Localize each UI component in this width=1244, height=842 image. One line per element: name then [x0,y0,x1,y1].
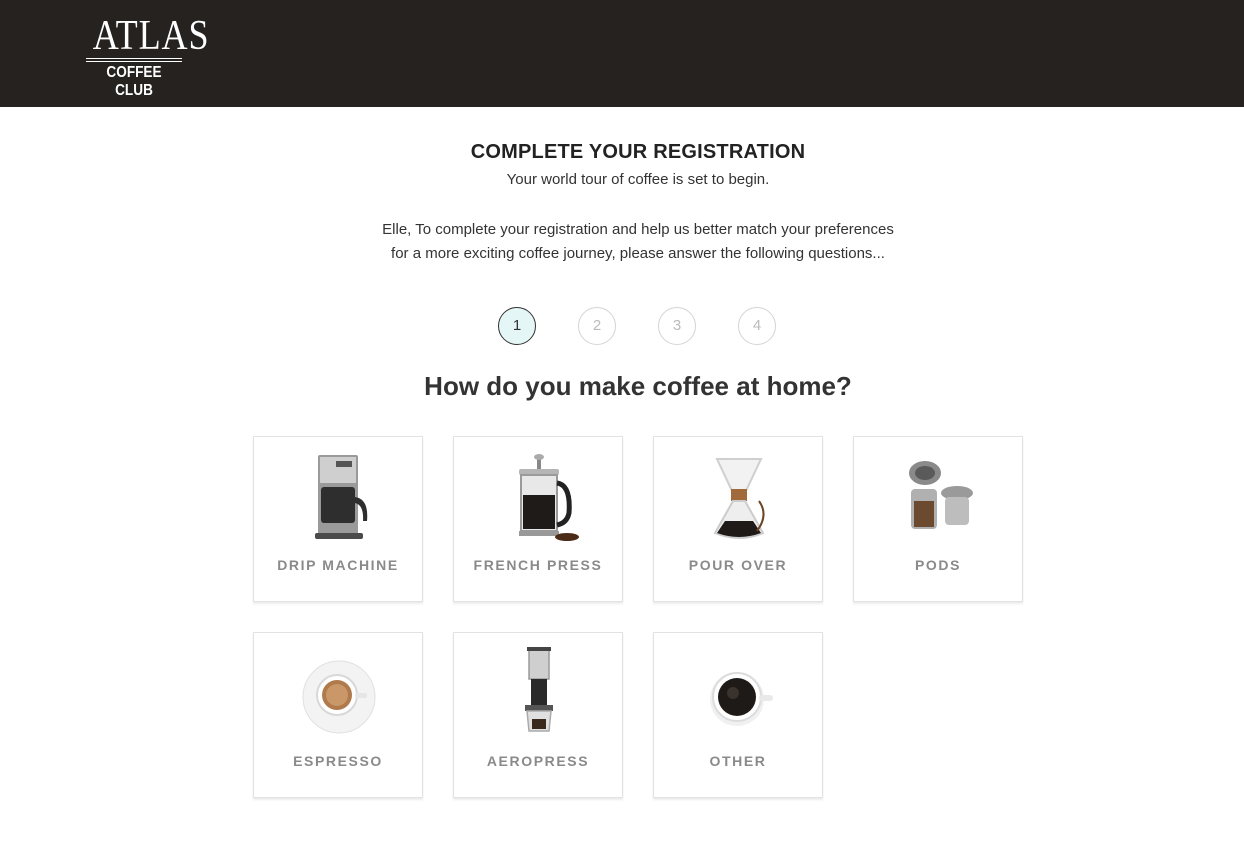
option-espresso[interactable]: ESPRESSO [253,632,423,798]
question-heading: How do you make coffee at home? [424,371,852,401]
option-pour-over[interactable]: POUR OVER [653,436,823,602]
option-label: FRENCH PRESS [473,557,603,573]
option-label: DRIP MACHINE [277,557,399,573]
option-label: POUR OVER [688,557,788,573]
pour-over-icon [713,458,765,539]
option-aeropress[interactable]: AEROPRESS [453,632,623,798]
option-label: PODS [914,557,962,573]
option-drip-machine[interactable]: DRIP MACHINE [253,436,423,602]
option-other[interactable]: OTHER [653,632,823,798]
logo-rule [86,61,182,62]
option-label: OTHER [709,753,767,769]
intro-text: Elle, To complete your registration and … [382,221,894,262]
page-title: COMPLETE YOUR REGISTRATION [470,141,806,163]
pods-icon [909,461,973,529]
option-french-press[interactable]: FRENCH PRESS [453,436,623,602]
drip-machine-icon [315,455,368,539]
page-subtitle: Your world tour of coffee is set to begi… [506,171,770,188]
french-press-icon [519,454,579,541]
step-1[interactable]: 1 [498,307,536,345]
atlas-logo[interactable]: ATLAS COFFEE CLUB [86,13,210,100]
logo-subtitle: COFFEE CLUB [106,64,162,99]
step-3[interactable]: 3 [658,307,696,345]
step-2[interactable]: 2 [578,307,616,345]
site-header: ATLAS COFFEE CLUB [0,0,1244,107]
aeropress-icon [525,647,553,732]
espresso-icon [302,660,376,734]
logo-wordmark: ATLAS [92,13,210,59]
option-label: ESPRESSO [293,753,383,769]
other-coffee-cup-icon [710,672,773,726]
step-4[interactable]: 4 [738,307,776,345]
option-label: AEROPRESS [486,753,590,769]
option-pods[interactable]: PODS [853,436,1023,602]
